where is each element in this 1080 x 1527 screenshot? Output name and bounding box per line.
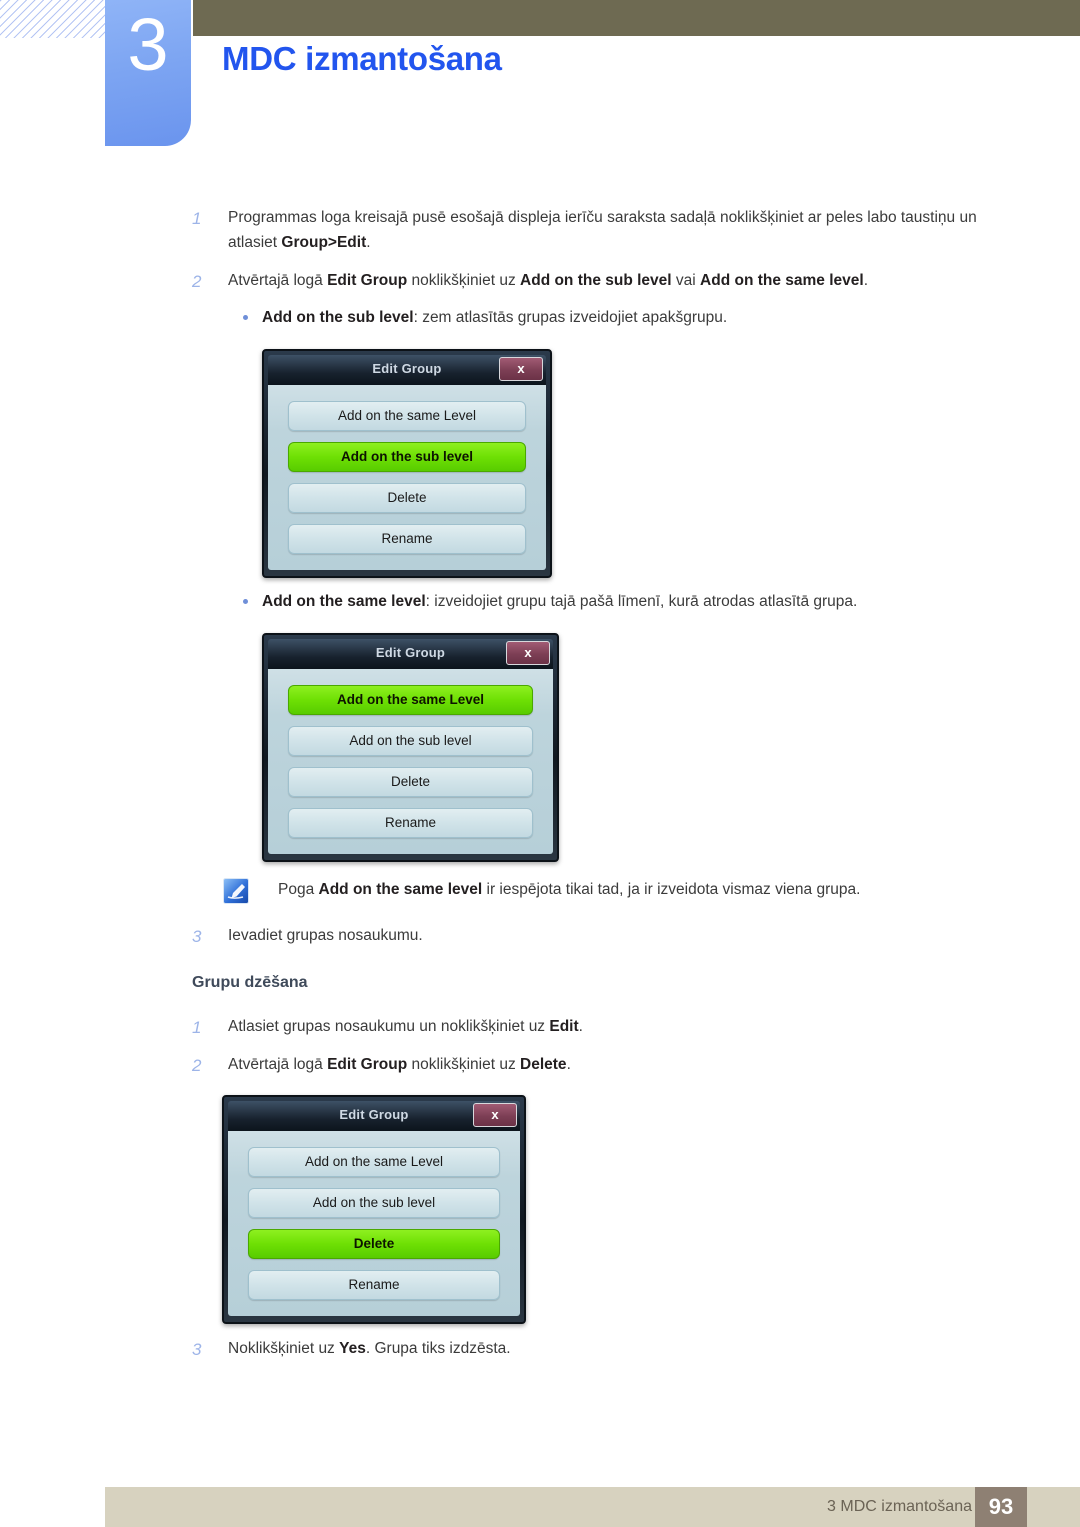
add-on-sub-level-button[interactable]: Add on the sub level [248, 1188, 500, 1219]
rename-button[interactable]: Rename [288, 807, 533, 838]
step-text-g: . [863, 272, 869, 290]
page-title: MDC izmantošana [222, 40, 502, 77]
add-on-same-level-button[interactable]: Add on the same Level [288, 401, 526, 432]
footer-chapter-label: 3 MDC izmantošana [827, 1498, 972, 1515]
add-on-sub-level-button[interactable]: Add on the sub level [288, 442, 526, 473]
rename-button[interactable]: Rename [288, 524, 526, 555]
add-on-same-level-button[interactable]: Add on the same Level [288, 684, 533, 715]
edit-group-dialog: Edit Group x Add on the same Level Add o… [222, 1095, 526, 1325]
page-number: 93 [975, 1487, 1027, 1527]
step-number: 2 [192, 1055, 202, 1075]
step-text-bold: Add on the sub level [520, 272, 672, 290]
delete-button[interactable]: Delete [288, 766, 533, 797]
edit-group-dialog: Edit Group x Add on the same Level Add o… [262, 632, 559, 862]
bullet-bold: Add on the sub level [262, 309, 414, 327]
chapter-tab: 3 [105, 0, 191, 146]
dialog-title-bar: Edit Group x [268, 638, 553, 669]
page-footer: 3 MDC izmantošana 93 [105, 1487, 1080, 1527]
step-number: 2 [192, 272, 202, 292]
section-heading-group-deletion: Grupu dzēšana [192, 973, 308, 991]
step-text-bold: Delete [520, 1055, 567, 1073]
hatch-pattern-decoration [0, 0, 108, 38]
screenshot-edit-group-delete: Edit Group x Add on the same Level Add o… [0, 1095, 1080, 1325]
bullet-item: Add on the sub level: zem atlasītās grup… [0, 306, 1080, 331]
dialog-title-bar: Edit Group x [228, 1101, 520, 1132]
step-text-c: . [366, 234, 371, 252]
close-icon[interactable]: x [506, 640, 550, 665]
step-number: 1 [192, 209, 202, 228]
step-text-bold: Edit [549, 1017, 579, 1035]
step-text-bold: Group>Edit [281, 234, 367, 252]
bullet-text: : zem atlasītās grupas izveidojiet apakš… [413, 309, 728, 327]
note-text-a: Poga [278, 880, 319, 898]
bullet-bold: Add on the same level [262, 593, 426, 611]
note-pencil-icon [223, 877, 249, 904]
step-text: Ievadiet grupas nosaukumu. [228, 926, 423, 944]
step-text-c: noklikšķiniet uz [407, 272, 521, 290]
step-text-bold: Yes [339, 1340, 366, 1358]
note-callout: Poga Add on the same level ir iespējota … [0, 877, 1080, 904]
add-on-sub-level-button[interactable]: Add on the sub level [288, 725, 533, 756]
bullet-dot-icon [243, 599, 248, 605]
dialog-body: Add on the same Level Add on the sub lev… [268, 385, 546, 571]
chapter-number: 3 [127, 3, 169, 86]
dialog-title-bar: Edit Group x [268, 355, 546, 386]
main-content: 1 Programmas loga kreisajā pusē esošajā … [0, 205, 1080, 1374]
screenshot-edit-group-same-level: Edit Group x Add on the same Level Add o… [0, 632, 1080, 862]
step-text-bold: Edit Group [327, 1055, 408, 1073]
step-text-a: Atlasiet grupas nosaukumu un noklikšķini… [228, 1017, 550, 1035]
note-text-bold: Add on the same level [318, 880, 483, 898]
delete-button[interactable]: Delete [288, 483, 526, 514]
step-text-a: Atvērtajā logā [228, 1055, 328, 1073]
step-item: 1 Atlasiet grupas nosaukumu un noklikšķi… [0, 1014, 1080, 1039]
bullet-item: Add on the same level: izveidojiet grupu… [0, 590, 1080, 615]
screenshot-edit-group-sub-level: Edit Group x Add on the same Level Add o… [0, 349, 1080, 579]
page-header: 3 MDC izmantošana [0, 0, 1080, 170]
step-text-a: Atvērtajā logā [228, 272, 328, 290]
edit-group-dialog: Edit Group x Add on the same Level Add o… [262, 349, 552, 579]
bullet-text: : izveidojiet grupu tajā pašā līmenī, ku… [425, 593, 858, 611]
delete-button[interactable]: Delete [248, 1229, 500, 1260]
bullet-dot-icon [243, 315, 248, 321]
close-icon[interactable]: x [499, 357, 543, 382]
step-text-c: . [578, 1017, 583, 1035]
step-text-bold: Add on the same level [700, 272, 864, 290]
header-olive-bar [193, 0, 1080, 36]
step-number: 3 [192, 1340, 202, 1360]
step-item: 2 Atvērtajā logā Edit Group noklikšķinie… [0, 1052, 1080, 1077]
rename-button[interactable]: Rename [248, 1270, 500, 1301]
step-item: 3 Ievadiet grupas nosaukumu. [0, 923, 1080, 948]
dialog-body: Add on the same Level Add on the sub lev… [268, 668, 553, 854]
step-item: 3 Noklikšķiniet uz Yes. Grupa tiks izdzē… [0, 1336, 1080, 1361]
add-on-same-level-button[interactable]: Add on the same Level [248, 1147, 500, 1178]
step-text-c: . Grupa tiks izdzēsta. [365, 1340, 511, 1358]
step-text-c: noklikšķiniet uz [407, 1055, 521, 1073]
step-text-a: Noklikšķiniet uz [228, 1340, 340, 1358]
step-text-e: . [566, 1055, 571, 1073]
step-item: 1 Programmas loga kreisajā pusē esošajā … [0, 205, 1080, 255]
step-number: 1 [192, 1017, 202, 1037]
dialog-body: Add on the same Level Add on the sub lev… [228, 1131, 520, 1317]
note-text-c: ir iespējota tikai tad, ja ir izveidota … [482, 880, 861, 898]
step-number: 3 [192, 926, 202, 946]
step-text-bold: Edit Group [327, 272, 408, 290]
step-item: 2 Atvērtajā logā Edit Group noklikšķinie… [0, 268, 1080, 293]
close-icon[interactable]: x [473, 1103, 517, 1128]
step-text-e: vai [671, 272, 701, 290]
